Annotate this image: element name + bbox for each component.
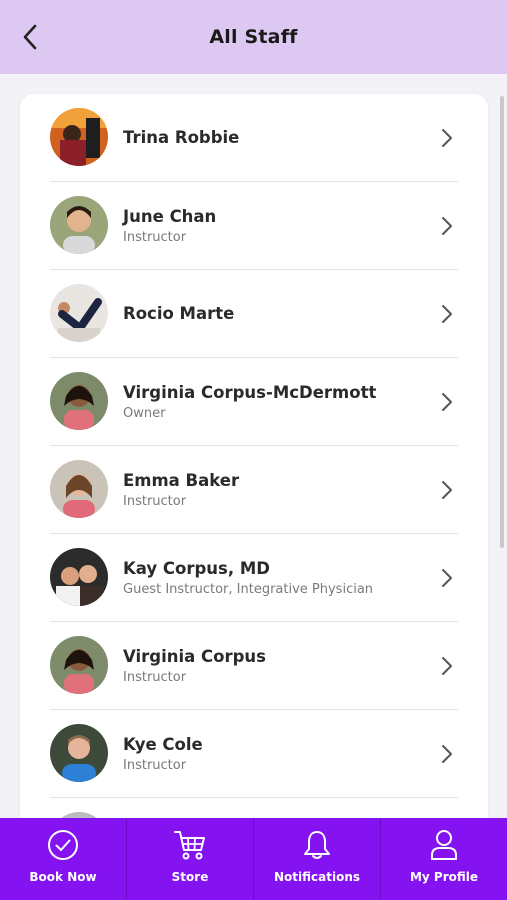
staff-list: Trina Robbie June Chan Instructor Rocio … <box>20 94 488 834</box>
staff-info: Virginia Corpus-McDermott Owner <box>123 358 376 446</box>
back-button[interactable] <box>14 20 46 54</box>
staff-row[interactable]: Emma Baker Instructor <box>20 446 488 534</box>
staff-role: Guest Instructor, Integrative Physician <box>123 581 374 597</box>
staff-info: Rocio Marte <box>123 270 234 358</box>
bell-icon <box>304 831 330 859</box>
staff-row[interactable]: June Chan Instructor <box>20 182 488 270</box>
tab-label: Store <box>171 870 209 884</box>
user-icon <box>431 830 457 860</box>
chevron-right-icon <box>442 129 452 147</box>
staff-row[interactable]: Kye Cole Instructor <box>20 710 488 798</box>
avatar <box>50 548 108 606</box>
staff-role: Owner <box>123 405 166 421</box>
avatar <box>50 196 108 254</box>
chevron-right-icon <box>442 569 452 587</box>
staff-name: Kye Cole <box>123 734 203 754</box>
staff-name: Trina Robbie <box>123 128 240 147</box>
staff-row[interactable]: Virginia Corpus-McDermott Owner <box>20 358 488 446</box>
app: All Staff Trina Robbie June Chan Instruc… <box>0 0 507 900</box>
staff-info: Kye Cole Instructor <box>123 710 203 798</box>
staff-info: Emma Baker Instructor <box>123 446 239 534</box>
header: All Staff <box>0 0 507 74</box>
chevron-right-icon <box>442 305 452 323</box>
staff-role: Instructor <box>123 669 187 685</box>
check-circle-icon <box>48 830 78 860</box>
staff-role: Instructor <box>123 229 187 245</box>
staff-row[interactable]: Trina Robbie <box>20 94 488 182</box>
chevron-right-icon <box>442 481 452 499</box>
chevron-right-icon <box>442 393 452 411</box>
chevron-right-icon <box>442 217 452 235</box>
bottom-tab-bar: Book Now Store Notifications My Profile <box>0 818 507 900</box>
staff-name: June Chan <box>123 206 217 226</box>
avatar <box>50 284 108 342</box>
staff-role: Instructor <box>123 493 187 509</box>
tab-label: Book Now <box>29 870 97 884</box>
avatar <box>50 108 108 166</box>
staff-name: Kay Corpus, MD <box>123 558 271 578</box>
staff-role: Instructor <box>123 757 187 773</box>
staff-name: Virginia Corpus-McDermott <box>123 382 377 402</box>
staff-name: Rocio Marte <box>123 304 235 323</box>
tab-notifications[interactable]: Notifications <box>254 818 381 900</box>
chevron-right-icon <box>442 745 452 763</box>
staff-name: Emma Baker <box>123 470 240 490</box>
tab-book-now[interactable]: Book Now <box>0 818 127 900</box>
staff-info: Trina Robbie <box>123 94 239 182</box>
staff-info: Kay Corpus, MD Guest Instructor, Integra… <box>123 534 373 622</box>
staff-row[interactable]: Rocio Marte <box>20 270 488 358</box>
chevron-left-icon <box>23 24 37 50</box>
staff-name: Virginia Corpus <box>123 646 266 666</box>
cart-icon <box>174 831 205 860</box>
scrollbar[interactable] <box>500 96 504 548</box>
tab-store[interactable]: Store <box>127 818 254 900</box>
staff-row[interactable]: Kay Corpus, MD Guest Instructor, Integra… <box>20 534 488 622</box>
staff-info: June Chan Instructor <box>123 182 216 270</box>
avatar <box>50 460 108 518</box>
avatar <box>50 372 108 430</box>
avatar <box>50 724 108 782</box>
staff-info: Virginia Corpus Instructor <box>123 622 266 710</box>
avatar <box>50 636 108 694</box>
staff-list-card: Trina Robbie June Chan Instructor Rocio … <box>20 94 488 834</box>
tab-label: Notifications <box>273 870 361 884</box>
staff-row[interactable]: Virginia Corpus Instructor <box>20 622 488 710</box>
tab-my-profile[interactable]: My Profile <box>381 818 507 900</box>
tab-label: My Profile <box>409 870 479 884</box>
page-title: All Staff <box>209 26 298 48</box>
chevron-right-icon <box>442 657 452 675</box>
